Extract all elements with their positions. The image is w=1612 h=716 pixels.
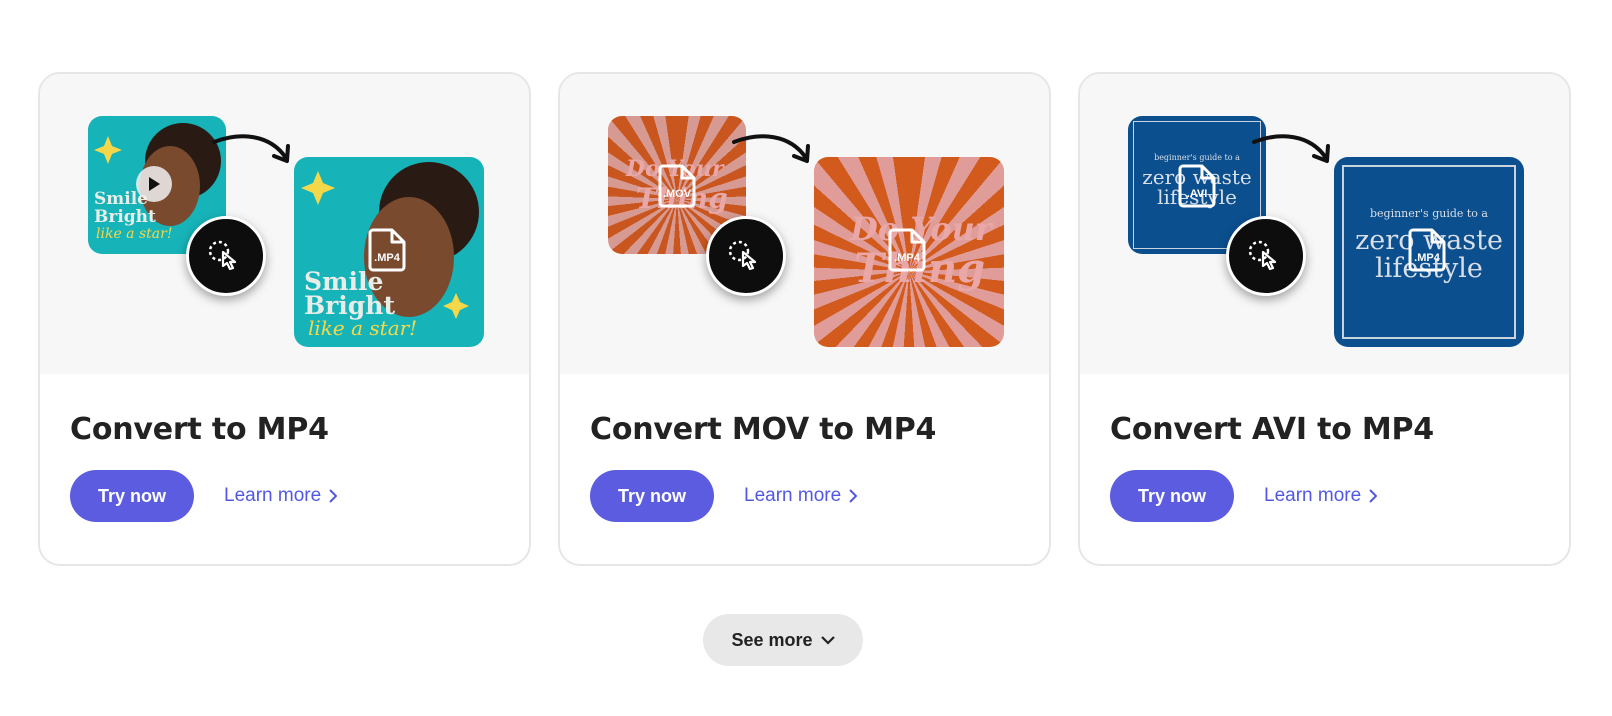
thumb-text-3: like a star! (96, 226, 173, 242)
file-format-label: .MOV (662, 188, 692, 200)
chevron-right-icon (849, 489, 858, 503)
convert-icon (1248, 240, 1277, 271)
file-icon: .MOV (657, 163, 697, 209)
arrow-icon (732, 134, 810, 163)
card-convert-avi-to-mp4: beginner's guide to a zero waste lifesty… (1078, 72, 1571, 566)
card-convert-to-mp4: Smile Bright like a star! Smile Bright l… (38, 72, 531, 566)
convert-button[interactable] (706, 216, 786, 296)
card-body: Convert AVI to MP4 Try now Learn more (1080, 374, 1569, 522)
chevron-right-icon (329, 489, 338, 503)
card-visual: Do Your Thing .MOV Do Your Thing .MP4 (560, 74, 1049, 374)
file-format-label: .MP4 (1414, 252, 1440, 264)
chevron-down-icon (820, 635, 835, 645)
file-icon: .MP4 (887, 227, 927, 273)
learn-more-link[interactable]: Learn more (224, 485, 338, 507)
learn-more-label: Learn more (224, 485, 322, 506)
file-format-label: .MP4 (374, 252, 400, 264)
see-more-label: See more (731, 629, 813, 650)
card-body: Convert to MP4 Try now Learn more (40, 374, 529, 522)
convert-button[interactable] (1226, 216, 1306, 296)
target-image: Do Your Thing .MP4 (814, 157, 1004, 347)
file-format-label: .AVI (1186, 188, 1208, 200)
learn-more-link[interactable]: Learn more (1264, 485, 1378, 507)
convert-icon (208, 240, 237, 271)
target-text-2: Bright (304, 291, 396, 320)
target-image: Smile Bright like a star! .MP4 (294, 157, 484, 347)
arrow-icon (212, 134, 290, 163)
target-text-1: beginner's guide to a (1369, 207, 1488, 220)
card-convert-mov-to-mp4: Do Your Thing .MOV Do Your Thing .MP4 Co… (558, 72, 1051, 566)
card-grid: Smile Bright like a star! Smile Bright l… (38, 72, 1571, 566)
target-text-3: like a star! (308, 316, 418, 340)
card-title: Convert MOV to MP4 (590, 412, 937, 447)
play-button[interactable] (136, 166, 172, 202)
try-now-button[interactable]: Try now (1110, 470, 1235, 522)
card-body: Convert MOV to MP4 Try now Learn more (560, 374, 1049, 522)
card-actions: Try now Learn more (590, 470, 1019, 522)
learn-more-label: Learn more (1264, 485, 1362, 506)
card-title: Convert AVI to MP4 (1110, 412, 1434, 447)
see-more-button[interactable]: See more (703, 614, 863, 666)
thumb-text-2: Bright (94, 207, 156, 227)
card-actions: Try now Learn more (1110, 470, 1539, 522)
play-icon (149, 177, 160, 191)
try-now-button[interactable]: Try now (70, 470, 195, 522)
target-image: beginner's guide to a zero waste lifesty… (1334, 157, 1524, 347)
try-now-button[interactable]: Try now (590, 470, 715, 522)
arrow-icon (1252, 134, 1330, 163)
convert-icon (728, 240, 757, 271)
card-title: Convert to MP4 (70, 412, 329, 447)
file-icon: .MP4 (1407, 227, 1447, 273)
card-visual: beginner's guide to a zero waste lifesty… (1080, 74, 1569, 374)
learn-more-link[interactable]: Learn more (744, 485, 858, 507)
thumb-text-1: beginner's guide to a (1154, 153, 1240, 162)
file-icon: .AVI (1177, 163, 1217, 209)
convert-button[interactable] (186, 216, 266, 296)
card-actions: Try now Learn more (70, 470, 499, 522)
file-format-label: .MP4 (894, 252, 920, 264)
chevron-right-icon (1369, 489, 1378, 503)
learn-more-label: Learn more (744, 485, 842, 506)
card-visual: Smile Bright like a star! Smile Bright l… (40, 74, 529, 374)
file-icon: .MP4 (367, 227, 407, 273)
